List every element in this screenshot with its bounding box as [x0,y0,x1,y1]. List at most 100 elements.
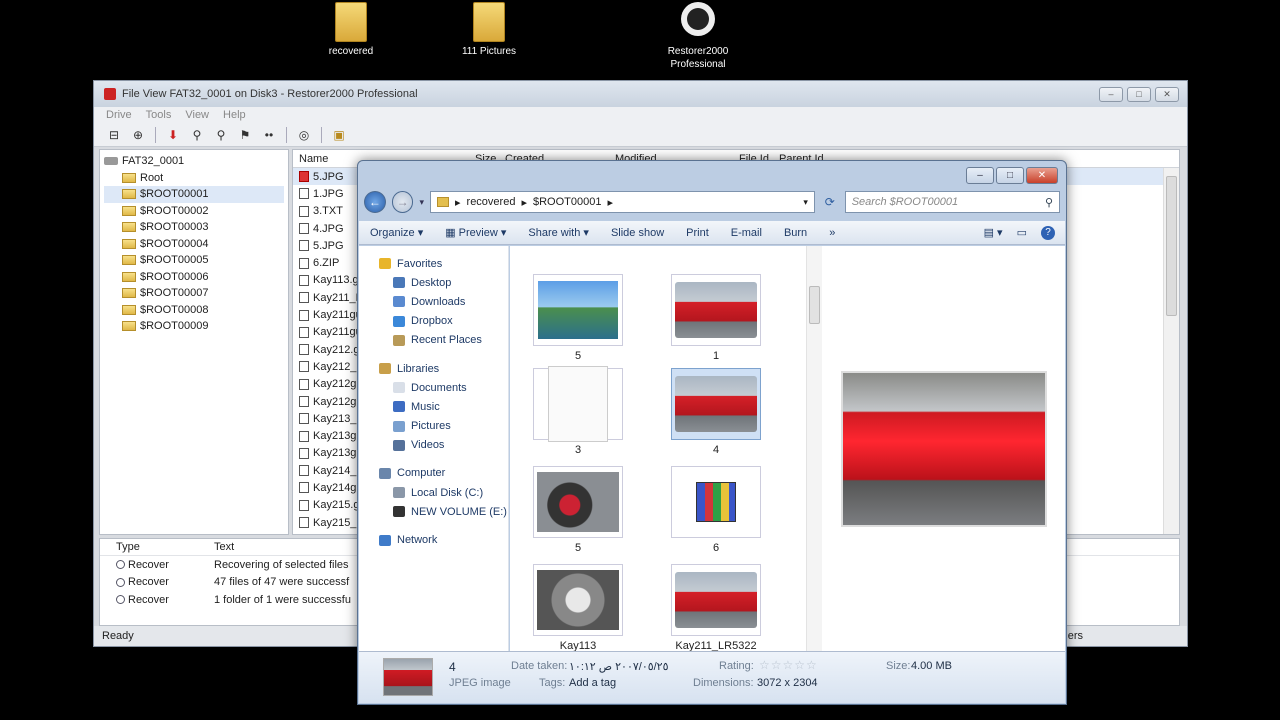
tree-item[interactable]: $ROOT00006 [104,269,284,286]
tree-item[interactable]: Root [104,170,284,187]
maximize-button[interactable]: □ [1127,87,1151,102]
desktop-icon-restorer[interactable]: Restorer2000 Professional [653,2,743,71]
tree-item[interactable]: $ROOT00003 [104,219,284,236]
find-next-icon[interactable]: ⚲ [211,126,231,144]
menu-view[interactable]: View [185,109,209,121]
menu-help[interactable]: Help [223,109,246,121]
vertical-scrollbar[interactable] [1163,168,1179,534]
tree-item[interactable]: $ROOT00008 [104,302,284,319]
tree-item[interactable]: $ROOT00007 [104,285,284,302]
menu-drive[interactable]: Drive [106,109,132,121]
nav-network[interactable]: Network [359,530,508,549]
minimize-button[interactable]: – [1099,87,1123,102]
landscape-thumbnail-image [538,281,618,339]
desktop-icon-111-pictures[interactable]: 111 Pictures [444,2,534,57]
burn-button[interactable]: Burn [773,227,818,239]
more-commands-button[interactable]: » [818,227,846,239]
tags-value[interactable]: Add a tag [569,677,616,689]
nav-dropbox[interactable]: Dropbox [359,312,508,331]
nav-libraries[interactable]: Libraries [359,359,508,378]
tree-item-drive[interactable]: FAT32_0001 [104,153,284,170]
print-button[interactable]: Print [675,227,720,239]
binoculars-icon[interactable]: ⚲ [187,126,207,144]
file-thumbnail[interactable]: 4 [668,368,764,456]
breadcrumb-root00001[interactable]: $ROOT00001 [533,196,601,208]
stop-icon[interactable]: ◎ [294,126,314,144]
search-input[interactable]: Search $ROOT00001 ⚲ [844,191,1060,213]
breadcrumb-separator[interactable]: ▸ [607,196,613,209]
close-button[interactable]: ✕ [1026,167,1058,184]
scrollbar-thumb[interactable] [1166,176,1177,316]
nav-downloads[interactable]: Downloads [359,292,508,311]
file-thumbnail[interactable]: Kay211_LR5322 [668,564,764,652]
filter-icon[interactable]: ⚑ [235,126,255,144]
desktop-icon-recovered[interactable]: recovered [306,2,396,57]
date-taken-value[interactable]: ٢٠٠٧/٠٥/٢٥ ص ١٠:١٢ [569,660,669,673]
toolbar-separator [155,126,156,143]
folder-up-icon[interactable]: ▣ [329,126,349,144]
preview-pane-icon[interactable]: ▭ [1017,226,1027,239]
change-view-icon[interactable]: ▤ ▾ [984,226,1003,239]
address-bar[interactable]: ▸ recovered ▸ $ROOT00001 ▸ ▾ [430,191,815,213]
nav-documents[interactable]: Documents [359,378,508,397]
breadcrumb-separator[interactable]: ▸ [455,196,461,209]
nav-new-volume[interactable]: NEW VOLUME (E:) [359,502,508,521]
options-icon[interactable]: •• [259,126,279,144]
folder-icon [122,255,136,266]
refresh-icon[interactable]: ⟳ [821,191,839,213]
email-button[interactable]: E-mail [720,227,773,239]
file-thumbnail[interactable]: 5 [530,466,626,554]
log-column-text[interactable]: Text [214,541,234,553]
dimensions-label: Dimensions: [693,677,754,689]
tree-item[interactable]: $ROOT00004 [104,236,284,253]
tree-item[interactable]: $ROOT00001 [104,186,284,203]
toolbar: ⊟ ⊕ ⬇ ⚲ ⚲ ⚑ •• ◎ ▣ [94,123,1187,147]
address-dropdown-icon[interactable]: ▾ [803,197,808,208]
file-icon [299,309,309,321]
maximize-button[interactable]: □ [996,167,1024,184]
nav-local-disk[interactable]: Local Disk (C:) [359,483,508,502]
nav-recent-places[interactable]: Recent Places [359,331,508,350]
folder-icon [122,238,136,249]
tree-item[interactable]: $ROOT00002 [104,203,284,220]
share-with-button[interactable]: Share with ▾ [517,226,600,239]
menu-tools[interactable]: Tools [146,109,172,121]
file-thumbnail[interactable]: 5 [530,274,626,362]
file-icon [299,257,309,269]
vertical-scrollbar[interactable] [806,246,822,652]
nav-pictures[interactable]: Pictures [359,417,508,436]
scrollbar-thumb[interactable] [809,286,820,324]
info-icon [116,595,125,605]
search-icon[interactable]: ⚲ [1045,196,1053,209]
restorer-titlebar[interactable]: File View FAT32_0001 on Disk3 - Restorer… [94,81,1187,107]
nav-music[interactable]: Music [359,397,508,416]
back-button[interactable]: ← [364,191,386,213]
close-button[interactable]: ✕ [1155,87,1179,102]
organize-button[interactable]: Organize ▾ [359,226,434,239]
preview-image [840,371,1047,527]
slide-show-button[interactable]: Slide show [600,227,675,239]
file-thumbnail[interactable]: 6 [668,466,764,554]
folder-icon [473,2,505,42]
nav-videos[interactable]: Videos [359,436,508,455]
breadcrumb-separator[interactable]: ▸ [521,196,527,209]
minimize-button[interactable]: – [966,167,994,184]
nav-favorites[interactable]: Favorites [359,254,508,273]
help-icon[interactable]: ? [1041,225,1055,240]
scan-icon[interactable]: ⊕ [128,126,148,144]
forward-button[interactable]: → [391,191,414,213]
log-column-type[interactable]: Type [100,541,214,553]
tree-item[interactable]: $ROOT00009 [104,318,284,335]
breadcrumb-recovered[interactable]: recovered [467,196,516,208]
file-thumbnail[interactable]: 3 [530,366,626,456]
file-thumbnail[interactable]: 1 [668,274,764,362]
drive-icon[interactable]: ⊟ [104,126,124,144]
recover-icon[interactable]: ⬇ [163,126,183,144]
nav-desktop[interactable]: Desktop [359,273,508,292]
file-thumbnail[interactable]: Kay113 [530,564,626,652]
tree-item[interactable]: $ROOT00005 [104,252,284,269]
recent-pages-dropdown[interactable]: ▾ [419,197,424,208]
nav-computer[interactable]: Computer [359,464,508,483]
rating-stars[interactable]: ☆☆☆☆☆ [759,658,818,672]
preview-button[interactable]: ▦ Preview ▾ [434,226,517,239]
